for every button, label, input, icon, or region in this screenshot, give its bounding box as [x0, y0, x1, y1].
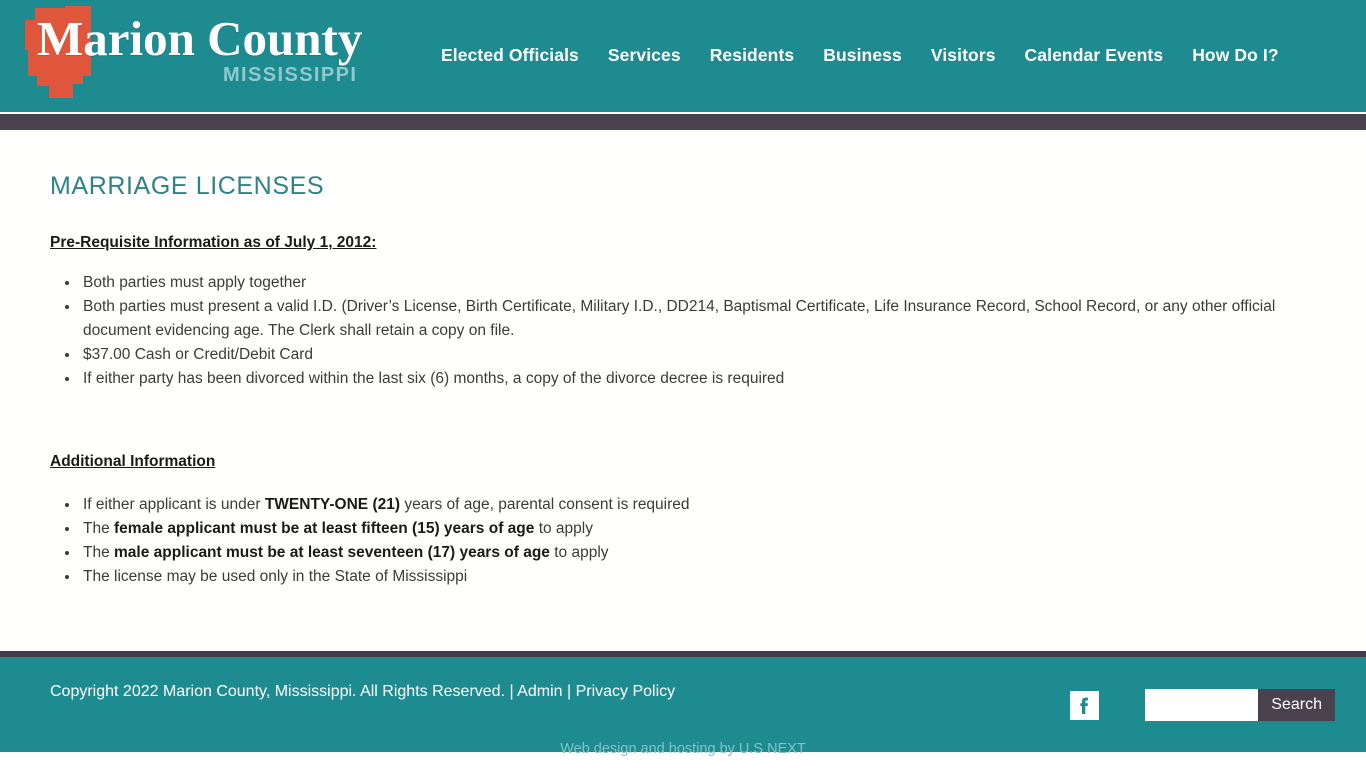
main-navigation: Elected Officials Services Residents Bus…	[441, 45, 1279, 68]
list-item: $37.00 Cash or Credit/Debit Card	[80, 343, 1316, 367]
site-header: Marion County MISSISSIPPI Elected Offici…	[0, 0, 1366, 112]
site-logo[interactable]: Marion County MISSISSIPPI	[25, 6, 362, 106]
nav-item-calendar-events[interactable]: Calendar Events	[1025, 45, 1164, 66]
nav-item-elected-officials[interactable]: Elected Officials	[441, 45, 579, 66]
list-item-text-pre: The license may be used only in the Stat…	[83, 568, 468, 585]
privacy-policy-link[interactable]: Privacy Policy	[576, 683, 676, 700]
prerequisite-list: Both parties must apply together Both pa…	[50, 271, 1316, 391]
list-item: If either applicant is under TWENTY-ONE …	[80, 493, 1316, 517]
facebook-glyph-icon	[1070, 690, 1100, 720]
header-accent-bar	[0, 114, 1366, 130]
nav-item-services[interactable]: Services	[608, 45, 681, 66]
link-separator: |	[562, 683, 576, 700]
copyright-text: Copyright 2022 Marion County, Mississipp…	[50, 683, 518, 700]
list-item: Both parties must apply together	[80, 271, 1316, 295]
copyright-line: Copyright 2022 Marion County, Mississipp…	[50, 683, 675, 701]
list-item: The license may be used only in the Stat…	[80, 565, 1316, 589]
list-item: The male applicant must be at least seve…	[80, 541, 1316, 565]
nav-item-business[interactable]: Business	[823, 45, 902, 66]
prerequisite-heading: Pre-Requisite Information as of July 1, …	[50, 234, 377, 251]
logo-subtitle: MISSISSIPPI	[223, 64, 358, 86]
main-content: MARRIAGE LICENSES Pre-Requisite Informat…	[0, 130, 1366, 651]
web-design-credit-link[interactable]: Web design and hosting by U.S NEXT	[560, 741, 806, 757]
list-item-text-strong: TWENTY-ONE (21)	[264, 496, 401, 513]
logo-title: Marion County	[37, 11, 363, 66]
site-footer: Copyright 2022 Marion County, Mississipp…	[0, 657, 1366, 757]
additional-information-section: Additional Information If either applica…	[50, 391, 1316, 589]
list-item: The female applicant must be at least fi…	[80, 517, 1316, 541]
list-item: Both parties must present a valid I.D. (…	[80, 295, 1316, 343]
nav-item-how-do-i[interactable]: How Do I?	[1192, 45, 1278, 66]
web-design-credit: Web design and hosting by U.S NEXT	[0, 741, 1366, 757]
page-title: MARRIAGE LICENSES	[50, 172, 325, 200]
list-item-text-post: to apply	[549, 544, 609, 561]
list-item-text-post: years of age, parental consent is requir…	[400, 496, 690, 513]
search-form: Search	[1145, 689, 1335, 721]
facebook-icon[interactable]	[1070, 690, 1100, 720]
list-item-text-strong: male applicant must be at least seventee…	[114, 544, 550, 561]
list-item-text-post: to apply	[534, 520, 593, 537]
nav-item-residents[interactable]: Residents	[710, 45, 795, 66]
footer-utilities: Search	[1070, 689, 1335, 721]
list-item-text-pre: The	[83, 520, 115, 537]
logo-text-block: Marion County	[37, 14, 367, 63]
additional-information-list: If either applicant is under TWENTY-ONE …	[50, 493, 1316, 589]
search-button[interactable]: Search	[1258, 689, 1335, 721]
list-item-text-pre: If either applicant is under	[83, 496, 265, 513]
nav-item-visitors[interactable]: Visitors	[931, 45, 996, 66]
search-input[interactable]	[1145, 689, 1259, 721]
list-item: If either party has been divorced within…	[80, 367, 1316, 391]
list-item-text-strong: female applicant must be at least fiftee…	[114, 520, 535, 537]
list-item-text-pre: The	[83, 544, 115, 561]
additional-information-heading: Additional Information	[50, 453, 216, 470]
admin-link[interactable]: Admin	[517, 683, 562, 700]
